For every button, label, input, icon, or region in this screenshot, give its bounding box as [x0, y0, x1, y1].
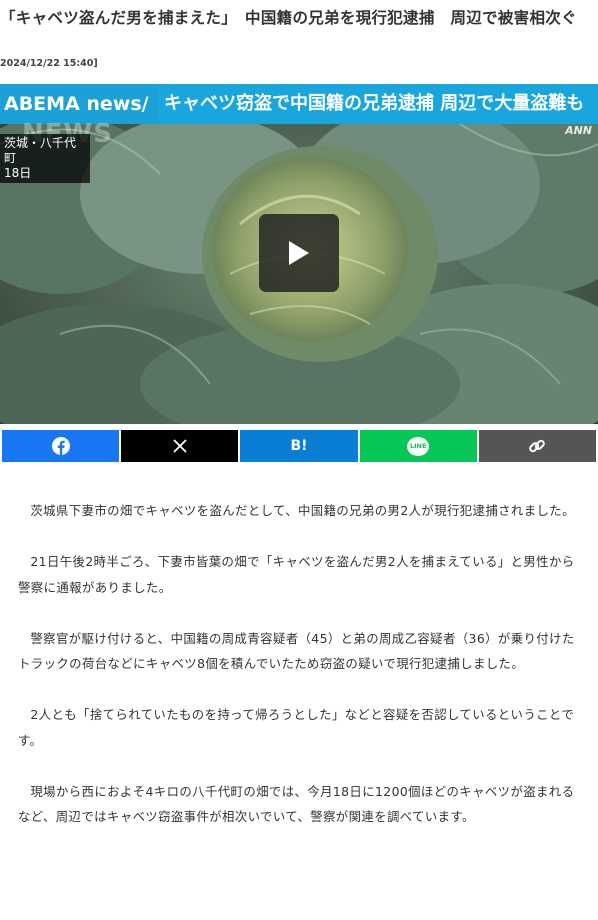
- article-headline: 「キャベツ盗んだ男を捕まえた」 中国籍の兄弟を現行犯逮捕 周辺で被害相次ぐ: [0, 9, 577, 27]
- line-icon: LINE: [407, 436, 430, 456]
- banner-caption: キャベツ窃盗で中国籍の兄弟逮捕 周辺で大量盗難も: [158, 84, 598, 124]
- line-icon-label: LINE: [409, 442, 427, 450]
- copy-link-button[interactable]: [478, 430, 597, 462]
- play-button[interactable]: [259, 214, 339, 292]
- facebook-share-button[interactable]: [2, 430, 120, 462]
- article-paragraph: 茨城県下妻市の畑でキャベツを盗んだとして、中国籍の兄弟の男2人が現行犯逮捕されま…: [30, 503, 575, 518]
- article-paragraph: 現場から西におよそ4キロの八千代町の畑では、今月18日に1200個ほどのキャベツ…: [18, 783, 575, 825]
- play-icon: [289, 241, 309, 265]
- hatena-bookmark-button[interactable]: B!: [240, 430, 358, 462]
- article-paragraph: 警察官が駆け付けると、中国籍の周成青容疑者（45）と弟の周成乙容疑者（36）が乗…: [18, 630, 575, 672]
- article-dateline: 2024/12/22 15:40]: [0, 58, 98, 69]
- x-share-button[interactable]: [121, 430, 239, 462]
- x-icon: [173, 439, 187, 453]
- line-share-button[interactable]: LINE: [359, 430, 477, 462]
- news-banner: ABEMA news/ キャベツ窃盗で中国籍の兄弟逮捕 周辺で大量盗難も: [0, 84, 598, 124]
- location-caption: 茨城・八千代町 18日: [0, 134, 90, 183]
- article-body: 茨城県下妻市の畑でキャベツを盗んだとして、中国籍の兄弟の男2人が現行犯逮捕されま…: [18, 498, 580, 855]
- facebook-icon: [51, 437, 70, 455]
- article-paragraph: 2人とも「捨てられていたものを持って帰ろうとした」などと容疑を否認しているという…: [18, 707, 575, 748]
- hatena-bookmark-icon: B!: [290, 438, 308, 454]
- share-bar: B! LINE: [2, 430, 597, 462]
- abema-news-logo: ABEMA news/: [0, 84, 158, 124]
- link-icon: [529, 439, 546, 453]
- location-date: 18日: [4, 166, 32, 180]
- location-place: 茨城・八千代町: [4, 136, 77, 165]
- article-paragraph: 21日午後2時半ごろ、下妻市皆葉の畑で「キャベツを盗んだ男2人を捕まえている」と…: [18, 554, 575, 595]
- ann-watermark: ANN: [565, 124, 592, 137]
